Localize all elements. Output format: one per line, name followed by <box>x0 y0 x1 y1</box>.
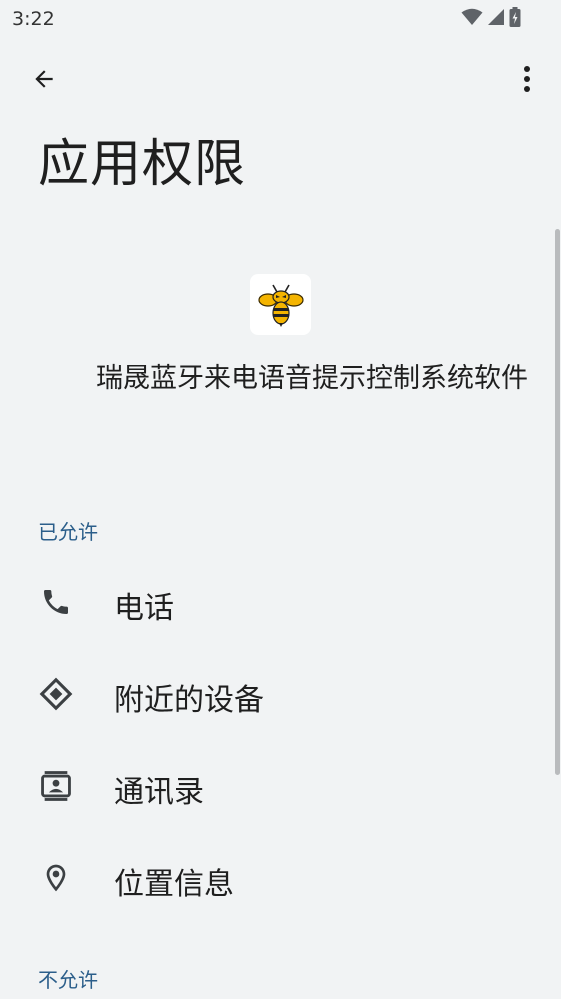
permission-label: 通讯录 <box>114 775 204 810</box>
permission-item-phone[interactable]: 电话 <box>0 556 561 648</box>
more-options-button[interactable] <box>503 57 551 105</box>
nearby-devices-icon <box>38 676 74 712</box>
app-name-text: 瑞晟蓝牙来电语音提示控制系统软件 <box>96 363 528 394</box>
status-time: 3:22 <box>12 8 55 30</box>
permission-item-contacts[interactable]: 通讯录 <box>0 740 561 832</box>
bee-app-icon <box>250 274 311 335</box>
signal-icon <box>487 8 505 26</box>
battery-charging-icon <box>509 7 521 27</box>
arrow-back-icon <box>31 66 57 96</box>
permission-label: 位置信息 <box>114 867 234 902</box>
wifi-icon <box>461 8 483 26</box>
status-icons <box>461 7 521 27</box>
app-name: 瑞晟蓝牙来电语音提示控制系统软件 <box>0 356 561 396</box>
permission-item-nearby-devices[interactable]: 附近的设备 <box>0 648 561 740</box>
app-permissions-screen: 3:22 应用权限 瑞晟蓝牙来电语音提示控制系统软件 已允许 电话 附近的设备 … <box>0 0 561 999</box>
more-vert-icon <box>523 65 531 97</box>
status-bar: 3:22 <box>0 0 561 38</box>
section-header-allowed: 已允许 <box>38 520 98 544</box>
contacts-icon <box>38 768 74 804</box>
location-icon <box>38 860 74 896</box>
permission-item-location[interactable]: 位置信息 <box>0 832 561 924</box>
permission-label: 附近的设备 <box>114 683 264 718</box>
phone-icon <box>38 584 74 620</box>
page-title: 应用权限 <box>38 135 247 194</box>
back-button[interactable] <box>20 57 68 105</box>
permission-label: 电话 <box>114 591 174 626</box>
section-header-denied: 不允许 <box>38 968 98 992</box>
